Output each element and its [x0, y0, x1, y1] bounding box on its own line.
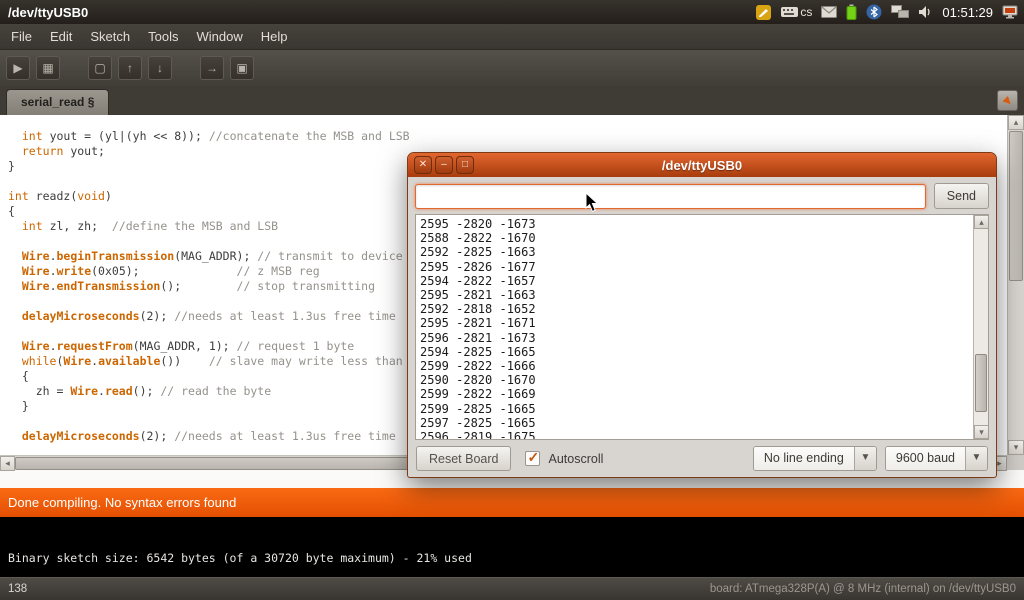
send-button[interactable]: Send [934, 183, 989, 209]
serial-monitor-titlebar[interactable]: ✕ – □ /dev/ttyUSB0 [408, 153, 996, 177]
baud-rate-value: 9600 baud [886, 447, 965, 470]
clock-label[interactable]: 01:51:29 [942, 5, 993, 20]
serial-line: 2596 -2821 -1673 [420, 331, 973, 345]
bluetooth-indicator-icon[interactable] [866, 3, 882, 21]
serial-monitor-window: ✕ – □ /dev/ttyUSB0 Send 2595 -2820 -1673… [407, 152, 997, 478]
serial-line: 2595 -2826 -1677 [420, 260, 973, 274]
upload-button[interactable]: → [200, 56, 224, 80]
baud-rate-select[interactable]: 9600 baud ▼ [885, 446, 988, 471]
system-panel: /dev/ttyUSB0 cs 01:5 [0, 0, 1024, 24]
serial-line: 2595 -2820 -1673 [420, 217, 973, 231]
serial-input[interactable] [415, 184, 926, 209]
status-bar: Done compiling. No syntax errors found [0, 488, 1024, 517]
session-indicator-icon[interactable] [1002, 3, 1018, 21]
serial-line: 2592 -2818 -1652 [420, 302, 973, 316]
code-line: int yout = (yl|(yh << 8)); //concatenate… [8, 129, 1007, 144]
pencil-indicator-icon[interactable] [755, 3, 772, 21]
serial-line: 2594 -2822 -1657 [420, 274, 973, 288]
serial-line: 2599 -2822 -1669 [420, 387, 973, 401]
serial-line: 2595 -2821 -1671 [420, 316, 973, 330]
line-ending-select[interactable]: No line ending ▼ [753, 446, 877, 471]
battery-indicator-icon[interactable] [846, 3, 857, 21]
verify-button[interactable]: ▶ [6, 56, 30, 80]
menu-item-help[interactable]: Help [252, 25, 297, 48]
window-title: /dev/ttyUSB0 [0, 5, 755, 20]
serial-line: 2597 -2825 -1665 [420, 416, 973, 430]
mail-indicator-icon[interactable] [821, 3, 837, 21]
serial-line: 2599 -2822 -1666 [420, 359, 973, 373]
menu-item-edit[interactable]: Edit [41, 25, 81, 48]
menu-item-window[interactable]: Window [187, 25, 251, 48]
serial-monitor-controls: Reset Board Autoscroll No line ending ▼ … [408, 440, 996, 477]
serial-monitor-title: /dev/ttyUSB0 [662, 158, 742, 173]
serial-output[interactable]: 2595 -2820 -16732588 -2822 -16702592 -28… [416, 215, 973, 439]
scroll-down-icon[interactable]: ▾ [1008, 440, 1024, 455]
close-icon[interactable]: ✕ [414, 156, 432, 174]
system-tray: cs 01:51:29 [755, 3, 1024, 21]
chevron-down-icon[interactable]: ▼ [965, 447, 987, 470]
tab-serial-read[interactable]: serial_read § [6, 89, 109, 115]
board-info-label: board: ATmega328P(A) @ 8 MHz (internal) … [710, 583, 1024, 595]
window-controls: ✕ – □ [414, 156, 474, 174]
save-sketch-button[interactable]: ↓ [148, 56, 172, 80]
menu-bar: FileEditSketchToolsWindowHelp [0, 24, 1024, 50]
serial-scroll-thumb[interactable] [975, 354, 987, 412]
vscroll-thumb[interactable] [1009, 131, 1023, 281]
keyboard-layout-indicator[interactable]: cs [781, 3, 812, 21]
console-output: Binary sketch size: 6542 bytes (of a 307… [0, 517, 1024, 577]
serial-output-wrap: 2595 -2820 -16732588 -2822 -16702592 -28… [415, 214, 989, 440]
serial-line: 2588 -2822 -1670 [420, 231, 973, 245]
menu-item-file[interactable]: File [2, 25, 41, 48]
serial-scroll-up-icon[interactable]: ▴ [974, 215, 989, 229]
serial-line: 2599 -2825 -1665 [420, 402, 973, 416]
network-indicator-icon[interactable] [891, 3, 909, 21]
scroll-left-icon[interactable]: ◂ [0, 456, 15, 471]
minimize-icon[interactable]: – [435, 156, 453, 174]
line-ending-value: No line ending [754, 447, 854, 470]
editor-vertical-scrollbar[interactable]: ▴ ▾ [1007, 115, 1024, 455]
keyboard-layout-label: cs [800, 5, 812, 19]
serial-scroll-down-icon[interactable]: ▾ [974, 425, 989, 439]
tab-menu-arrow-icon: ▶ [998, 92, 1017, 111]
volume-indicator-icon[interactable] [918, 3, 933, 21]
chevron-down-icon[interactable]: ▼ [854, 447, 876, 470]
maximize-icon[interactable]: □ [456, 156, 474, 174]
stop-button[interactable]: ▦ [36, 56, 60, 80]
autoscroll-checkbox[interactable] [525, 451, 540, 466]
scroll-corner [1007, 455, 1024, 470]
footer-status-bar: 138 board: ATmega328P(A) @ 8 MHz (intern… [0, 577, 1024, 600]
console-text: Binary sketch size: 6542 bytes (of a 307… [8, 551, 472, 565]
open-sketch-button[interactable]: ↑ [118, 56, 142, 80]
toolbar: ▶▦ ▢↑↓ →▣ [0, 50, 1024, 86]
autoscroll-label: Autoscroll [548, 452, 603, 466]
serial-line: 2590 -2820 -1670 [420, 373, 973, 387]
menu-item-tools[interactable]: Tools [139, 25, 187, 48]
serial-line: 2596 -2819 -1675 [420, 430, 973, 439]
line-number-indicator: 138 [0, 583, 710, 595]
serial-input-row: Send [408, 177, 996, 214]
serial-monitor-button[interactable]: ▣ [230, 56, 254, 80]
serial-scrollbar[interactable]: ▴ ▾ [973, 215, 988, 439]
tab-bar: serial_read § ▶ [0, 86, 1024, 115]
serial-line: 2595 -2821 -1663 [420, 288, 973, 302]
menu-item-sketch[interactable]: Sketch [81, 25, 139, 48]
serial-line: 2594 -2825 -1665 [420, 345, 973, 359]
tab-menu-button[interactable]: ▶ [997, 90, 1018, 111]
serial-line: 2592 -2825 -1663 [420, 245, 973, 259]
reset-board-button[interactable]: Reset Board [416, 446, 511, 471]
scroll-up-icon[interactable]: ▴ [1008, 115, 1024, 130]
new-sketch-button[interactable]: ▢ [88, 56, 112, 80]
